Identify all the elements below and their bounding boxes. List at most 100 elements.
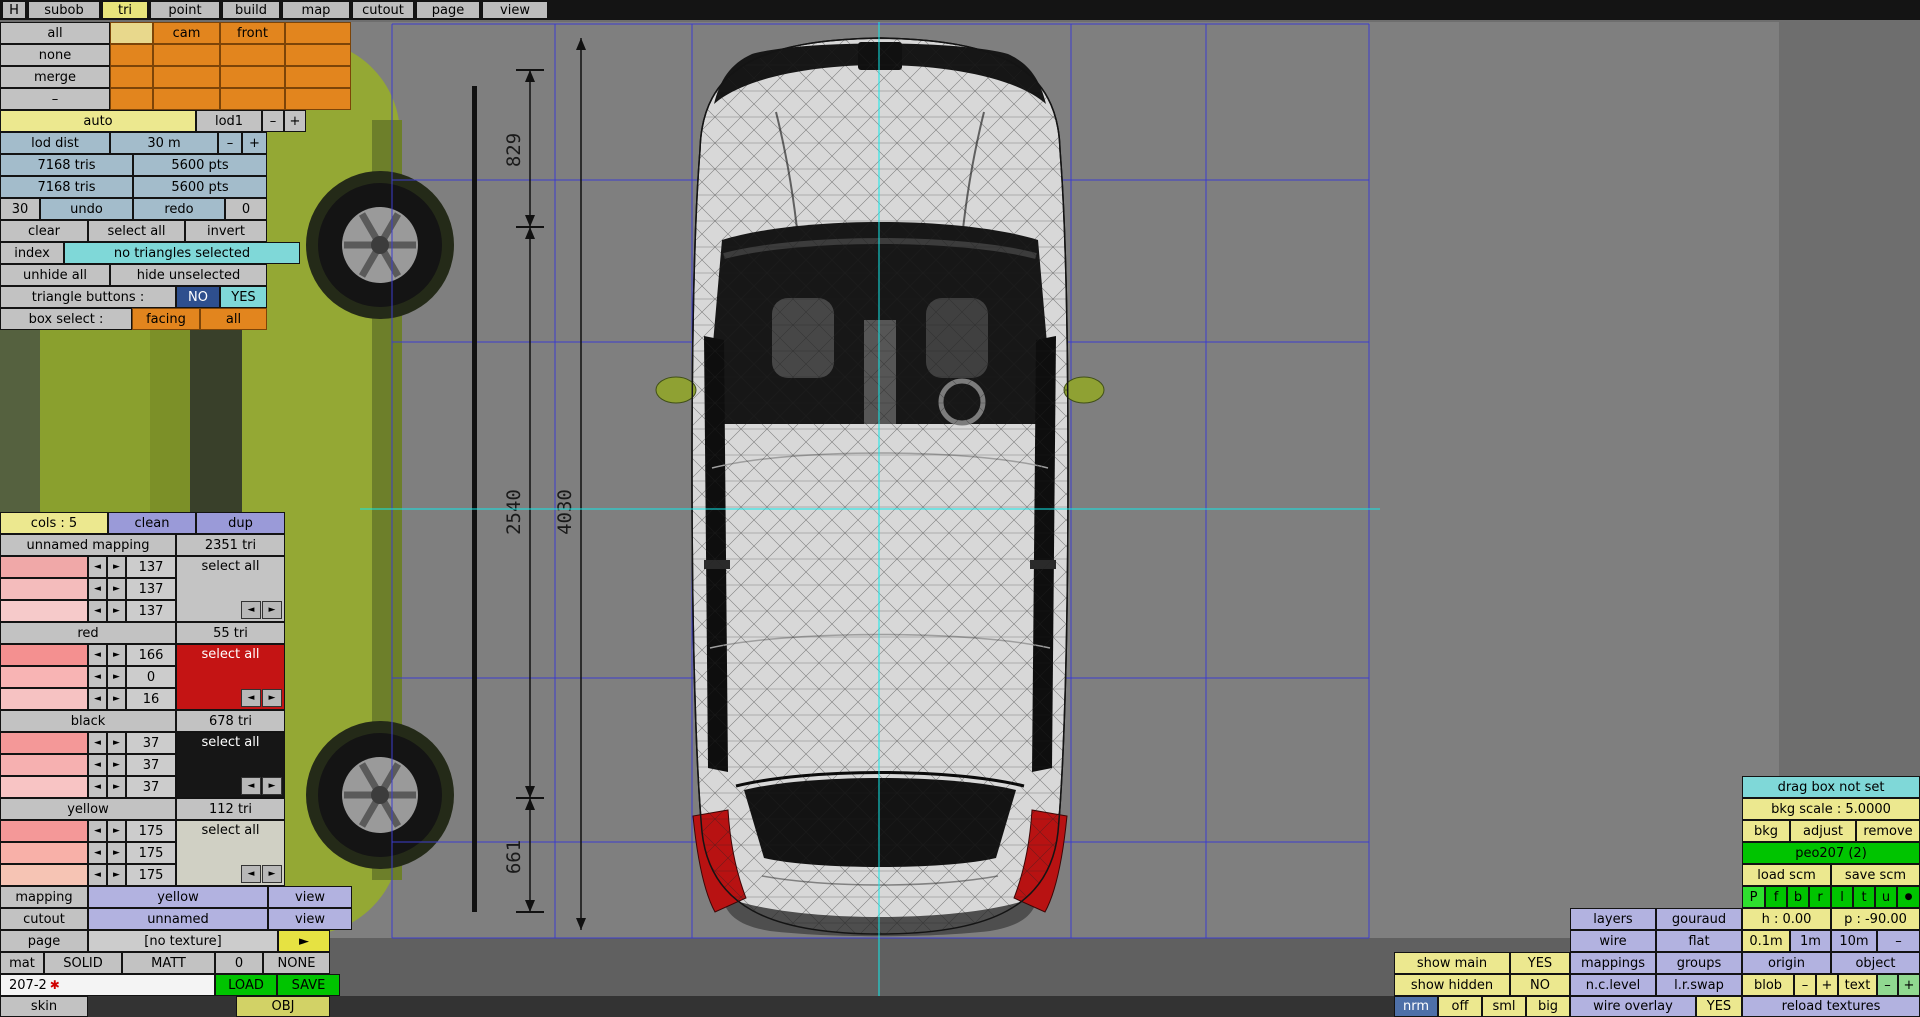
cutout-view-button[interactable]: view [268, 908, 352, 930]
text-minus-button[interactable]: – [1877, 974, 1898, 996]
unhide-all-button[interactable]: unhide all [0, 264, 110, 286]
group-prev-button[interactable]: ◄ [241, 865, 261, 883]
value-inc-button[interactable]: ► [107, 732, 126, 754]
bkg-adjust-button[interactable]: adjust [1790, 820, 1856, 842]
grid-cell[interactable] [285, 88, 351, 110]
cutout-value[interactable]: unnamed [88, 908, 268, 930]
tab-cutout[interactable]: cutout [352, 1, 414, 19]
group-next-button[interactable]: ► [262, 865, 282, 883]
grid-cell[interactable] [153, 88, 220, 110]
select-all-button[interactable]: select all [88, 220, 185, 242]
hide-unselected-button[interactable]: hide unselected [110, 264, 267, 286]
invert-button[interactable]: invert [185, 220, 267, 242]
grid-cell[interactable] [285, 22, 351, 44]
flat-button[interactable]: flat [1656, 930, 1742, 952]
color-swatch[interactable] [0, 732, 88, 754]
select-none-button[interactable]: none [0, 44, 110, 66]
mat-none-button[interactable]: NONE [263, 952, 330, 974]
view-front-button[interactable]: f [1765, 886, 1787, 908]
obj-button[interactable]: OBJ [236, 996, 330, 1017]
wire-overlay-toggle[interactable]: YES [1696, 996, 1742, 1017]
lod-dist-minus-button[interactable]: – [218, 132, 242, 154]
index-button[interactable]: index [0, 242, 64, 264]
view-back-button[interactable]: b [1787, 886, 1809, 908]
show-hidden-toggle[interactable]: NO [1510, 974, 1570, 996]
tab-view[interactable]: view [482, 1, 548, 19]
undo-button[interactable]: undo [40, 198, 133, 220]
color-swatch[interactable] [0, 754, 88, 776]
nrm-button[interactable]: nrm [1394, 996, 1438, 1017]
groups-button[interactable]: groups [1656, 952, 1742, 974]
nc-level-button[interactable]: n.c.level [1570, 974, 1656, 996]
current-file[interactable]: 207-2 ✱ [0, 974, 215, 996]
group-prev-button[interactable]: ◄ [241, 601, 261, 619]
grid-cell[interactable] [285, 66, 351, 88]
object-button[interactable]: object [1831, 952, 1920, 974]
value-dec-button[interactable]: ◄ [88, 732, 107, 754]
view-perspective-button[interactable]: P [1742, 886, 1765, 908]
page-next-button[interactable]: ► [278, 930, 330, 952]
nrm-off-button[interactable]: off [1438, 996, 1482, 1017]
wire-overlay-label[interactable]: wire overlay [1570, 996, 1696, 1017]
view-top-button[interactable]: t [1853, 886, 1875, 908]
value-dec-button[interactable]: ◄ [88, 754, 107, 776]
blob-plus-button[interactable]: + [1816, 974, 1838, 996]
grid-cell[interactable] [110, 44, 153, 66]
select-all-rows-button[interactable]: all [0, 22, 110, 44]
color-swatch[interactable] [0, 820, 88, 842]
group-name[interactable]: yellow [0, 798, 176, 820]
group-name[interactable]: red [0, 622, 176, 644]
triangle-buttons-yes[interactable]: YES [220, 286, 267, 308]
value-dec-button[interactable]: ◄ [88, 666, 107, 688]
show-main-toggle[interactable]: YES [1510, 952, 1570, 974]
color-swatch[interactable] [0, 556, 88, 578]
mat-zero-value[interactable]: 0 [215, 952, 263, 974]
color-swatch[interactable] [0, 688, 88, 710]
view-dot-button[interactable]: ● [1897, 886, 1920, 908]
text-label[interactable]: text [1838, 974, 1877, 996]
skin-button[interactable]: skin [0, 996, 88, 1017]
group-next-button[interactable]: ► [262, 777, 282, 795]
color-swatch[interactable] [0, 842, 88, 864]
grid-minus-button[interactable]: – [1877, 930, 1920, 952]
wire-button[interactable]: wire [1570, 930, 1656, 952]
value-dec-button[interactable]: ◄ [88, 842, 107, 864]
grid-header-front[interactable]: front [220, 22, 285, 44]
value-inc-button[interactable]: ► [107, 578, 126, 600]
bkg-remove-button[interactable]: remove [1856, 820, 1920, 842]
grid-01m-button[interactable]: 0.1m [1742, 930, 1790, 952]
show-hidden-label[interactable]: show hidden [1394, 974, 1510, 996]
page-value[interactable]: [no texture] [88, 930, 278, 952]
gouraud-button[interactable]: gouraud [1656, 908, 1742, 930]
grid-cell[interactable] [220, 44, 285, 66]
load-scm-button[interactable]: load scm [1742, 864, 1831, 886]
lod-dist-plus-button[interactable]: + [242, 132, 267, 154]
value-inc-button[interactable]: ► [107, 556, 126, 578]
mappings-button[interactable]: mappings [1570, 952, 1656, 974]
car-mesh-top-view[interactable] [655, 37, 1105, 937]
tab-build[interactable]: build [222, 1, 280, 19]
color-swatch[interactable] [0, 644, 88, 666]
load-button[interactable]: LOAD [215, 974, 277, 996]
group-name[interactable]: black [0, 710, 176, 732]
view-right-button[interactable]: r [1809, 886, 1831, 908]
redo-button[interactable]: redo [133, 198, 225, 220]
grid-cell[interactable] [110, 66, 153, 88]
tab-page[interactable]: page [416, 1, 480, 19]
group-select-all[interactable]: select all ◄ ► [176, 556, 285, 622]
view-left-button[interactable]: l [1831, 886, 1853, 908]
color-swatch[interactable] [0, 666, 88, 688]
menu-h-button[interactable]: H [2, 1, 26, 19]
dash-button[interactable]: – [0, 88, 110, 110]
viewport-canvas[interactable]: 829 2540 661 4030 [0, 0, 1920, 1017]
mapping-view-button[interactable]: view [268, 886, 352, 908]
layers-button[interactable]: layers [1570, 908, 1656, 930]
lod-plus-button[interactable]: + [284, 110, 306, 132]
lr-swap-button[interactable]: l.r.swap [1656, 974, 1742, 996]
tab-subob[interactable]: subob [28, 1, 100, 19]
nrm-big-button[interactable]: big [1526, 996, 1570, 1017]
group-select-all[interactable]: select all ◄ ► [176, 732, 285, 798]
box-select-facing[interactable]: facing [132, 308, 200, 330]
group-select-all[interactable]: select all ◄ ► [176, 644, 285, 710]
lod-minus-button[interactable]: – [262, 110, 284, 132]
